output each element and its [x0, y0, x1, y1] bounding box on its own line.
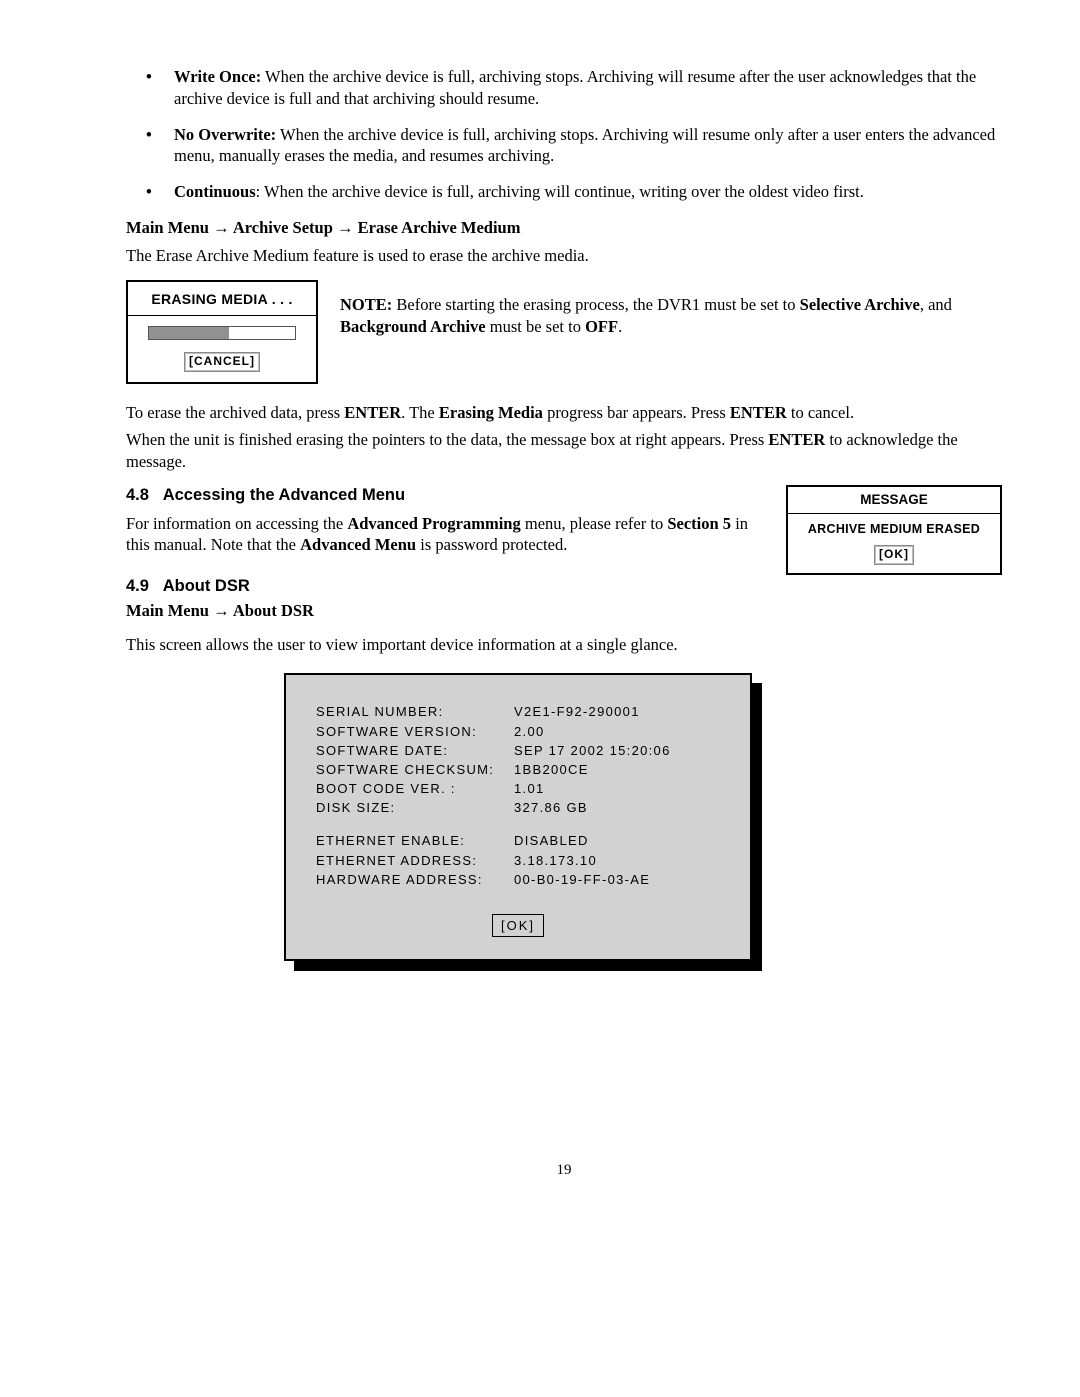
arrow-icon: →: [213, 601, 230, 620]
arrow-icon: →: [337, 218, 354, 237]
info-row: HARDWARE ADDRESS:00-B0-19-FF-03-AE: [316, 871, 720, 888]
bullet-text: When the archive device is full, archivi…: [174, 125, 995, 166]
dialog-message: ARCHIVE MEDIUM ERASED: [794, 521, 994, 538]
info-value: V2E1-F92-290001: [514, 703, 720, 720]
info-key: DISK SIZE:: [316, 799, 514, 816]
info-key: SERIAL NUMBER:: [316, 703, 514, 720]
breadcrumb: Main Menu → About DSR: [126, 600, 1002, 622]
list-item: Write Once: When the archive device is f…: [126, 66, 1002, 110]
info-value: 2.00: [514, 723, 720, 740]
bullet-text: :: [256, 182, 264, 201]
list-item: Continuous: When the archive device is f…: [126, 181, 1002, 203]
erase-intro-text: The Erase Archive Medium feature is used…: [126, 245, 1002, 267]
body-text: To erase the archived data, press ENTER.…: [126, 402, 1002, 424]
ok-button[interactable]: [OK]: [876, 547, 912, 563]
info-key: SOFTWARE DATE:: [316, 742, 514, 759]
body-text: When the unit is finished erasing the po…: [126, 429, 1002, 473]
info-row: DISK SIZE:327.86 GB: [316, 799, 720, 816]
info-value: 1BB200CE: [514, 761, 720, 778]
arrow-icon: →: [213, 218, 230, 237]
bullet-label: Write Once:: [174, 67, 261, 86]
list-item: No Overwrite: When the archive device is…: [126, 124, 1002, 168]
info-row: ETHERNET ENABLE:DISABLED: [316, 832, 720, 849]
info-row: BOOT CODE VER. :1.01: [316, 780, 720, 797]
note-text: NOTE: Before starting the erasing proces…: [340, 280, 1002, 338]
progress-bar: [148, 326, 296, 340]
bullet-text: When the archive device is full, archivi…: [174, 67, 976, 108]
info-value: 3.18.173.10: [514, 852, 720, 869]
about-dsr-panel: SERIAL NUMBER:V2E1-F92-290001SOFTWARE VE…: [284, 673, 752, 961]
breadcrumb: Main Menu → Archive Setup → Erase Archiv…: [126, 217, 1002, 239]
info-value: DISABLED: [514, 832, 720, 849]
cancel-button[interactable]: [CANCEL]: [186, 354, 258, 370]
bullet-label: No Overwrite:: [174, 125, 276, 144]
info-row: ETHERNET ADDRESS:3.18.173.10: [316, 852, 720, 869]
ok-button[interactable]: [OK]: [492, 914, 544, 937]
bullet-label: Continuous: [174, 182, 256, 201]
section-heading-4-9: 4.9 About DSR: [126, 576, 1002, 598]
info-row: SERIAL NUMBER:V2E1-F92-290001: [316, 703, 720, 720]
erasing-media-dialog: ERASING MEDIA . . . [CANCEL]: [126, 280, 318, 383]
info-key: ETHERNET ADDRESS:: [316, 852, 514, 869]
page-number: 19: [126, 1161, 1002, 1181]
info-value: 00-B0-19-FF-03-AE: [514, 871, 720, 888]
info-key: HARDWARE ADDRESS:: [316, 871, 514, 888]
info-row: SOFTWARE VERSION:2.00: [316, 723, 720, 740]
info-row: SOFTWARE CHECKSUM:1BB200CE: [316, 761, 720, 778]
info-key: BOOT CODE VER. :: [316, 780, 514, 797]
info-row: SOFTWARE DATE:SEP 17 2002 15:20:06: [316, 742, 720, 759]
info-value: 1.01: [514, 780, 720, 797]
dialog-title: ERASING MEDIA . . .: [138, 290, 306, 308]
dialog-title: MESSAGE: [788, 487, 1000, 513]
info-key: SOFTWARE CHECKSUM:: [316, 761, 514, 778]
info-value: SEP 17 2002 15:20:06: [514, 742, 720, 759]
info-value: 327.86 GB: [514, 799, 720, 816]
message-dialog: MESSAGE ARCHIVE MEDIUM ERASED [OK]: [786, 485, 1002, 575]
info-key: ETHERNET ENABLE:: [316, 832, 514, 849]
archive-mode-list: Write Once: When the archive device is f…: [126, 66, 1002, 203]
body-text: This screen allows the user to view impo…: [126, 634, 1002, 656]
bullet-text: When the archive device is full, archivi…: [264, 182, 864, 201]
info-key: SOFTWARE VERSION:: [316, 723, 514, 740]
